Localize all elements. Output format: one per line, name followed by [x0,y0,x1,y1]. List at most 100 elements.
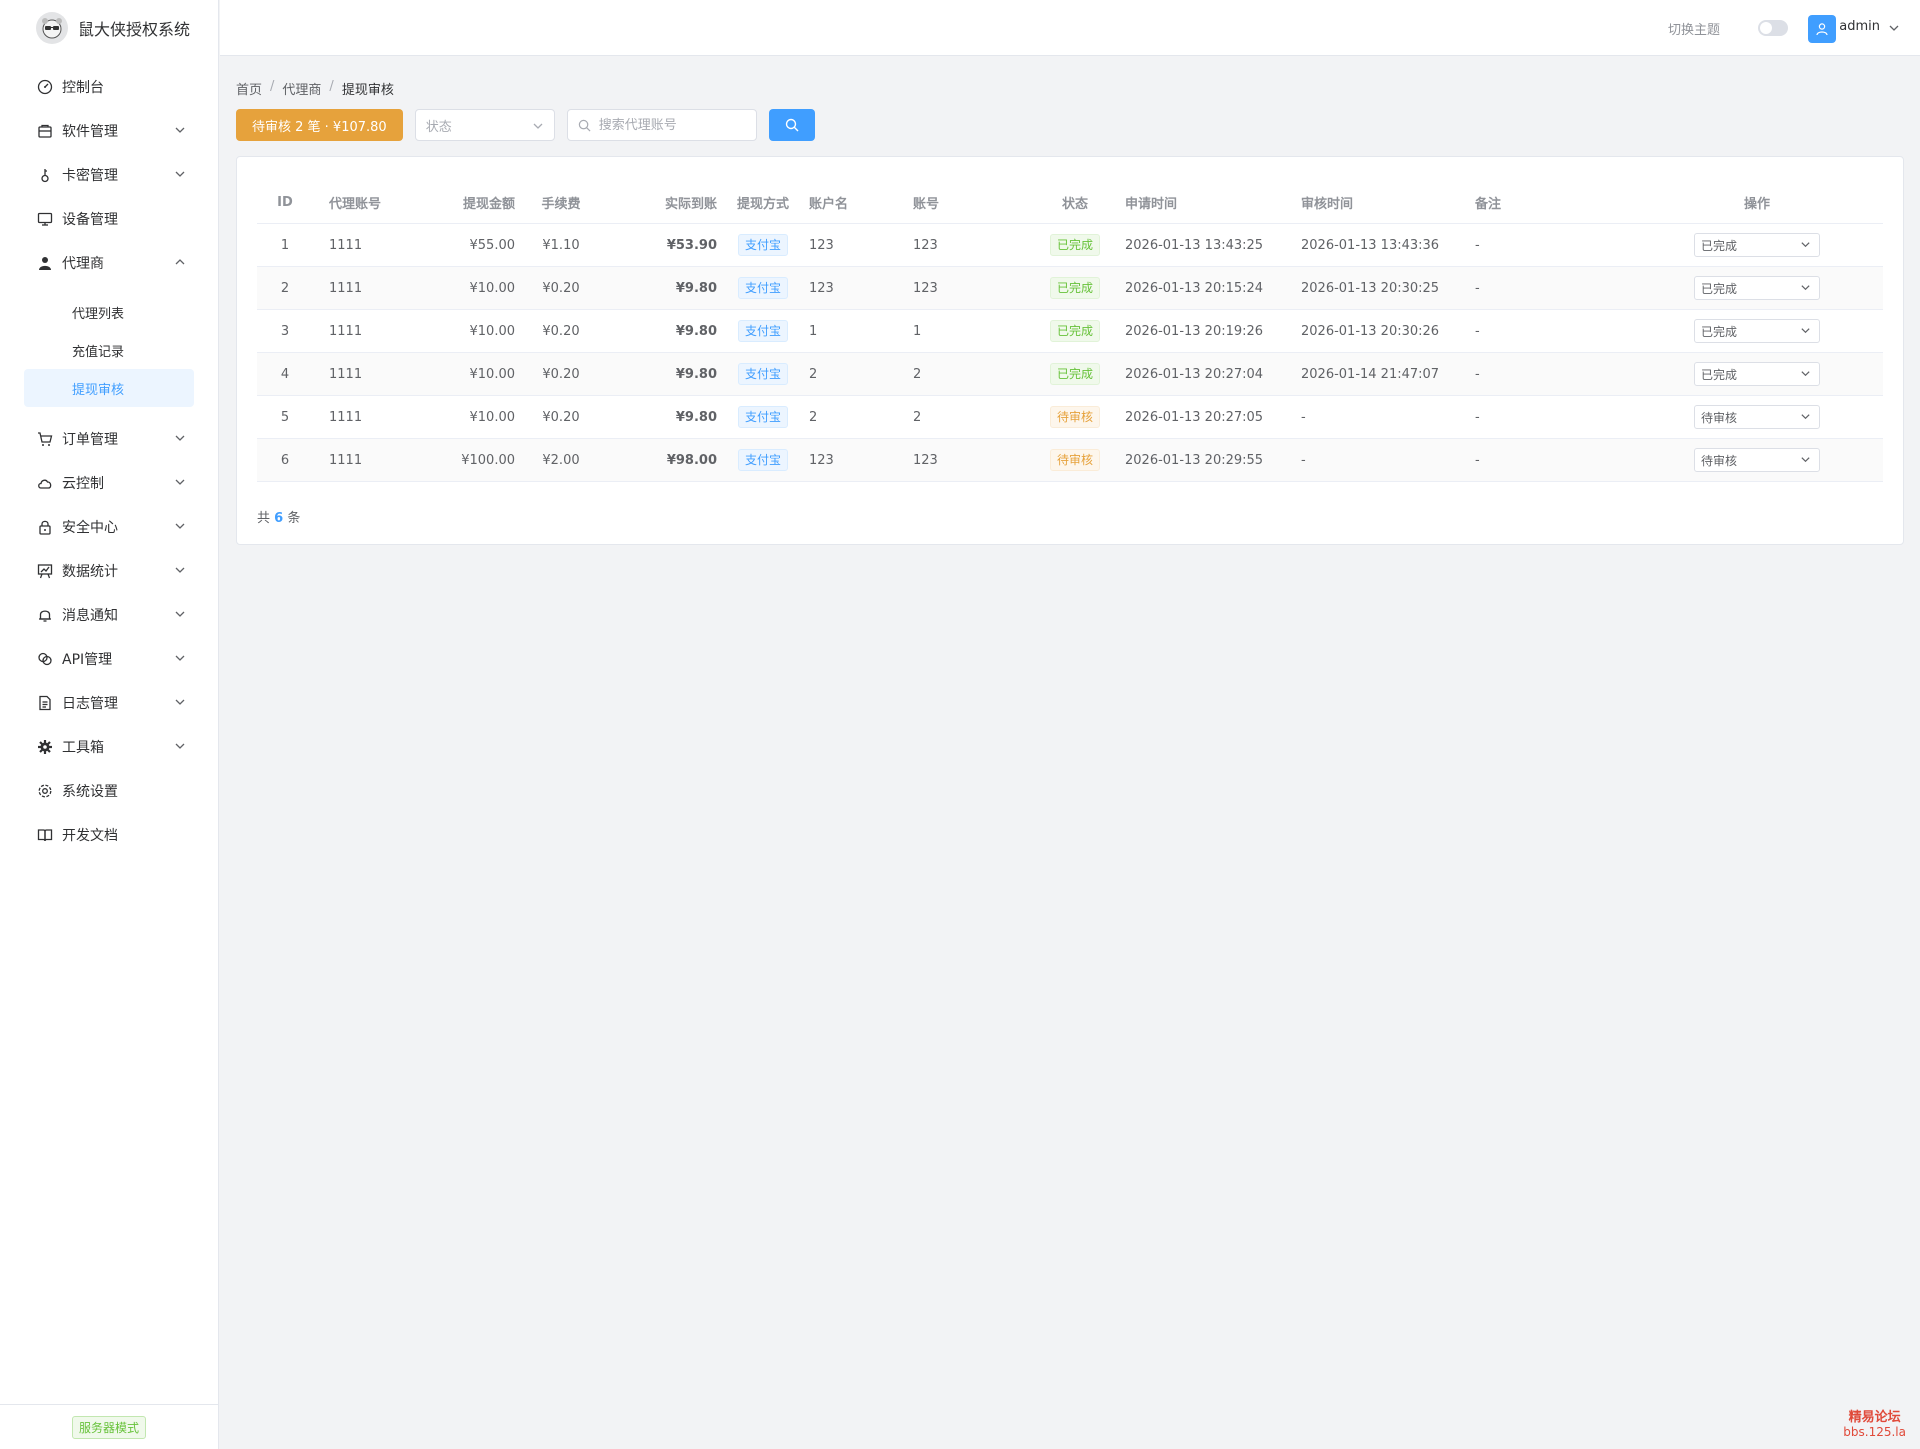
sidebar-item-5[interactable]: 订单管理 [0,417,218,461]
status-badge: 已完成 [1049,234,1100,256]
chevron-down-icon [1801,457,1810,463]
status-select[interactable]: 状态 [414,109,555,141]
method-tag: 支付宝 [737,363,788,385]
cell-account: 1111 [313,352,431,396]
key-icon [36,166,54,184]
column-header: 备注 [1475,181,1631,224]
status-badge: 待审核 [1049,449,1100,471]
chevron-down-icon [175,611,185,617]
cell-remark: - [1475,266,1631,310]
sidebar-subitem-2[interactable]: 提现审核 [24,369,194,407]
sidebar-item-label: 设备管理 [62,212,118,228]
sidebar-item-label: 消息通知 [62,608,118,624]
cell-review-time: 2026-01-13 13:43:36 [1301,223,1475,267]
cell-status: 待审核 [1025,438,1125,482]
mouse-logo-icon [36,11,68,44]
cell-status: 已完成 [1025,266,1125,310]
sidebar-item-label: 数据统计 [62,564,118,580]
chevron-up-icon [175,259,185,265]
sidebar-item-8[interactable]: 数据统计 [0,549,218,593]
status-action-value: 待审核 [1701,453,1738,468]
sidebar-item-0[interactable]: 控制台 [0,65,218,109]
status-action-select[interactable]: 待审核 [1694,405,1820,429]
search-input[interactable] [596,116,741,134]
status-action-value: 待审核 [1701,410,1738,425]
watermark-line1: 精易论坛 [1848,1410,1901,1425]
link-icon [36,650,54,668]
cell-actual: ¥9.80 [607,266,717,310]
cell-account-no: 123 [913,266,1025,310]
brand[interactable]: 鼠大侠授权系统 [0,0,218,55]
sidebar-item-label: API管理 [62,652,113,668]
breadcrumb-current: 提现审核 [341,83,394,98]
sidebar-item-3[interactable]: 设备管理 [0,197,218,241]
method-tag: 支付宝 [737,406,788,428]
filter-toolbar: 待审核 2 笔 · ¥107.80 状态 [236,109,815,141]
user-icon [1816,23,1828,36]
sidebar-item-12[interactable]: 工具箱 [0,725,218,769]
cloud-icon [36,474,54,492]
sidebar-item-4[interactable]: 代理商 [0,241,218,285]
monitor-icon [36,210,54,228]
cell-account-no: 123 [913,223,1025,267]
cell-method: 支付宝 [717,266,809,310]
cell-id: 5 [257,395,313,439]
sidebar-item-1[interactable]: 软件管理 [0,109,218,153]
watermark-line2: bbs.125.la [1843,1425,1906,1439]
cell-apply-time: 2026-01-13 20:19:26 [1125,309,1301,353]
table-row: 5 1111 ¥10.00 ¥0.20 ¥9.80 支付宝 2 2 待审核 2026-01-13 … [257,395,1883,439]
user-avatar[interactable] [1808,15,1836,43]
status-badge: 待审核 [1049,406,1100,428]
cell-amount: ¥55.00 [431,223,515,267]
status-action-select[interactable]: 已完成 [1694,319,1820,343]
chevron-down-icon [175,655,185,661]
book-icon [36,826,54,844]
cell-fee: ¥0.20 [515,395,607,439]
table-row: 3 1111 ¥10.00 ¥0.20 ¥9.80 支付宝 1 1 已完成 2026-01-13 … [257,309,1883,353]
cell-remark: - [1475,438,1631,482]
status-badge: 已完成 [1049,363,1100,385]
user-name[interactable]: admin [1839,19,1880,34]
sidebar-item-9[interactable]: 消息通知 [0,593,218,637]
cell-apply-time: 2026-01-13 20:27:05 [1125,395,1301,439]
search-button[interactable] [768,109,815,141]
chevron-down-icon [175,171,185,177]
cell-method: 支付宝 [717,352,809,396]
chevron-down-icon[interactable] [1888,22,1900,34]
sidebar-item-2[interactable]: 卡密管理 [0,153,218,197]
cell-account-no: 1 [913,309,1025,353]
cell-id: 1 [257,223,313,267]
breadcrumb-separator: / [270,79,275,94]
status-action-select[interactable]: 已完成 [1694,233,1820,257]
chevron-down-icon [175,435,185,441]
sidebar-item-6[interactable]: 云控制 [0,461,218,505]
package-icon [36,122,54,140]
sidebar-item-7[interactable]: 安全中心 [0,505,218,549]
sidebar-item-11[interactable]: 日志管理 [0,681,218,725]
method-tag: 支付宝 [737,234,788,256]
status-action-select[interactable]: 已完成 [1694,276,1820,300]
column-header: 审核时间 [1301,181,1475,224]
status-action-select[interactable]: 已完成 [1694,362,1820,386]
dashboard-icon [36,78,54,96]
cell-account-name: 123 [809,223,913,267]
user-icon [36,254,54,272]
sidebar-subitem-0[interactable]: 代理列表 [24,293,194,331]
method-tag: 支付宝 [737,277,788,299]
sidebar-item-14[interactable]: 开发文档 [0,813,218,857]
theme-toggle[interactable] [1758,20,1788,36]
sidebar-item-10[interactable]: API管理 [0,637,218,681]
cell-actual: ¥9.80 [607,395,717,439]
cell-account-name: 2 [809,395,913,439]
table-row: 1 1111 ¥55.00 ¥1.10 ¥53.90 支付宝 123 123 已完成 2026-0… [257,223,1883,267]
breadcrumb-home[interactable]: 首页 [236,79,262,98]
sidebar-item-13[interactable]: 系统设置 [0,769,218,813]
cell-apply-time: 2026-01-13 13:43:25 [1125,223,1301,267]
pending-summary-button[interactable]: 待审核 2 笔 · ¥107.80 [236,109,403,141]
cell-remark: - [1475,395,1631,439]
status-action-select[interactable]: 待审核 [1694,448,1820,472]
breadcrumb-agent[interactable]: 代理商 [282,79,321,98]
cell-operation: 待审核 [1631,438,1883,482]
search-box[interactable] [566,109,757,141]
sidebar-subitem-1[interactable]: 充值记录 [24,331,194,369]
